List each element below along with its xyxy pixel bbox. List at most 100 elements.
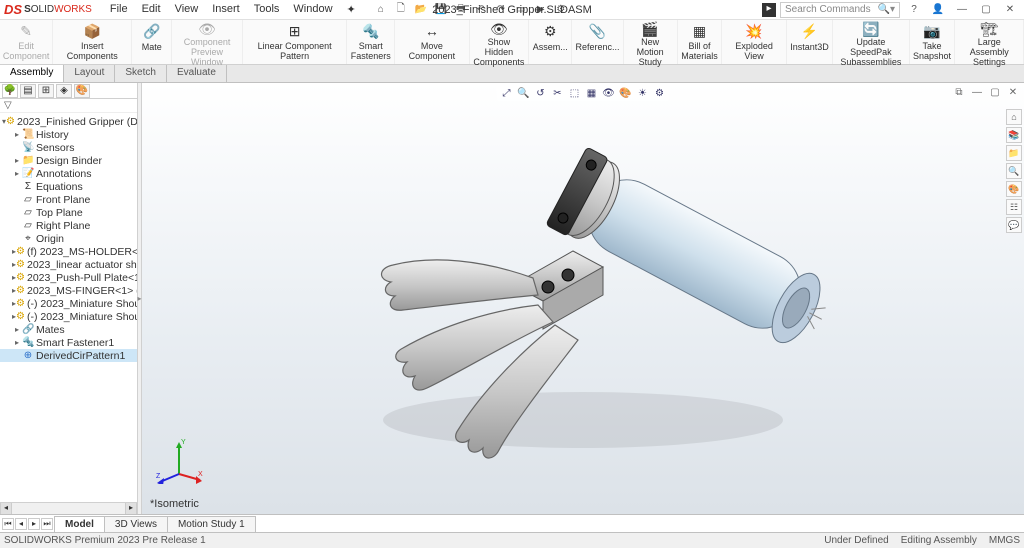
- open-icon[interactable]: 📂: [414, 3, 428, 17]
- tree-item[interactable]: ⊕DerivedCirPattern1: [0, 349, 137, 362]
- tp-forum-icon[interactable]: 💬: [1006, 217, 1022, 233]
- tree-item[interactable]: ▸📜History: [0, 128, 137, 141]
- orientation-triad[interactable]: Y X Z: [154, 434, 204, 484]
- menu-tools[interactable]: Tools: [248, 1, 286, 18]
- expand-icon[interactable]: ▸: [12, 169, 22, 178]
- tree-item[interactable]: ▸⚙2023_Push-Pull Plate<1> (Defa: [0, 271, 137, 284]
- tree-item[interactable]: ΣEquations: [0, 180, 137, 193]
- appearance-icon[interactable]: 🎨: [619, 86, 633, 100]
- tree-item[interactable]: ⌖Origin: [0, 232, 137, 245]
- tp-home-icon[interactable]: ⌂: [1006, 109, 1022, 125]
- tree-item[interactable]: 📡Sensors: [0, 141, 137, 154]
- tree-item[interactable]: ▸⚙(-) 2023_Miniature Shoulder Sc: [0, 297, 137, 310]
- tree-item[interactable]: ▸📝Annotations: [0, 167, 137, 180]
- fm-tab-config-icon[interactable]: ⊞: [38, 84, 54, 98]
- view-settings-icon[interactable]: ⚙: [653, 86, 667, 100]
- scene-icon[interactable]: ☀: [636, 86, 650, 100]
- tp-library-icon[interactable]: 📁: [1006, 145, 1022, 161]
- home-icon[interactable]: ⌂: [374, 3, 388, 17]
- bt-last-icon[interactable]: ⏭: [41, 518, 53, 530]
- fm-tab-property-icon[interactable]: ▤: [20, 84, 36, 98]
- tab-assembly[interactable]: Assembly: [0, 65, 64, 82]
- fm-tab-appearance-icon[interactable]: 🎨: [74, 84, 90, 98]
- maximize-icon[interactable]: ▢: [976, 4, 996, 15]
- user-icon[interactable]: 👤: [928, 4, 948, 15]
- vp-min-icon[interactable]: —: [970, 85, 984, 99]
- expand-icon[interactable]: ▸: [12, 338, 22, 347]
- expand-icon[interactable]: ▸: [12, 130, 22, 139]
- tree-item[interactable]: ▱Top Plane: [0, 206, 137, 219]
- new-icon[interactable]: 🗋: [394, 3, 408, 17]
- bt-next-icon[interactable]: ▸: [28, 518, 40, 530]
- tree-item[interactable]: ▸⚙(f) 2023_MS-HOLDER<1> (Def: [0, 245, 137, 258]
- ribbon-large-assembly-settings[interactable]: 🏗Large AssemblySettings: [955, 20, 1024, 64]
- vp-link-icon[interactable]: ⧉: [952, 85, 966, 99]
- ribbon-instant3d[interactable]: ⚡Instant3D: [787, 20, 833, 64]
- tree-item[interactable]: ▸🔗Mates: [0, 323, 137, 336]
- bt-prev-icon[interactable]: ◂: [15, 518, 27, 530]
- graphics-viewport[interactable]: ⤢ 🔍 ↺ ✂ ⬚ ▦ 👁 🎨 ☀ ⚙ ⧉ — ▢ ✕: [142, 83, 1024, 514]
- tp-view-icon[interactable]: 🔍: [1006, 163, 1022, 179]
- tab-sketch[interactable]: Sketch: [115, 65, 167, 82]
- tp-resources-icon[interactable]: 📚: [1006, 127, 1022, 143]
- bottom-tab-motion-study-1[interactable]: Motion Study 1: [167, 516, 256, 532]
- minimize-icon[interactable]: —: [952, 4, 972, 15]
- ribbon-move-component[interactable]: ↔Move Component: [395, 20, 470, 64]
- bottom-tab-3d-views[interactable]: 3D Views: [104, 516, 168, 532]
- vp-max-icon[interactable]: ▢: [988, 85, 1002, 99]
- ribbon-mate[interactable]: 🔗Mate: [132, 20, 172, 64]
- scroll-right-icon[interactable]: ▸: [125, 503, 137, 514]
- tree-h-scrollbar[interactable]: ◂ ▸: [0, 502, 137, 514]
- tp-appearance-icon[interactable]: 🎨: [1006, 181, 1022, 197]
- menu-file[interactable]: File: [104, 1, 134, 18]
- fm-tab-display-icon[interactable]: ◈: [56, 84, 72, 98]
- vp-close-icon[interactable]: ✕: [1006, 85, 1020, 99]
- ribbon-bill-of-materials[interactable]: ▦Bill ofMaterials: [678, 20, 723, 64]
- feature-filter[interactable]: ▽: [0, 99, 137, 113]
- ribbon-new-motion-study[interactable]: 🎬New MotionStudy: [624, 20, 678, 64]
- ribbon-linear-component-pattern[interactable]: ⊞Linear Component Pattern: [243, 20, 348, 64]
- tree-item[interactable]: ▸⚙2023_MS-FINGER<1> (Default: [0, 284, 137, 297]
- tree-item[interactable]: ▸⚙(-) 2023_Miniature Shoulder Sc: [0, 310, 137, 323]
- menu-window[interactable]: Window: [287, 1, 338, 18]
- tree-item[interactable]: ▸🔩Smart Fastener1: [0, 336, 137, 349]
- tab-evaluate[interactable]: Evaluate: [167, 65, 227, 82]
- command-icon[interactable]: ▸: [762, 3, 776, 17]
- prev-view-icon[interactable]: ↺: [534, 86, 548, 100]
- status-units[interactable]: MMGS: [989, 535, 1020, 546]
- menu-edit[interactable]: Edit: [136, 1, 167, 18]
- ribbon-take-snapshot[interactable]: 📷TakeSnapshot: [910, 20, 956, 64]
- ribbon-update-speedpak-subassemblies[interactable]: 🔄Update SpeedPakSubassemblies: [833, 20, 909, 64]
- ribbon-referenc[interactable]: 📎Referenc...: [572, 20, 623, 64]
- ribbon-assem[interactable]: ⚙Assem...: [529, 20, 572, 64]
- zoom-fit-icon[interactable]: ⤢: [500, 86, 514, 100]
- menu-view[interactable]: View: [169, 1, 205, 18]
- tp-properties-icon[interactable]: ☷: [1006, 199, 1022, 215]
- tree-item[interactable]: ▸📁Design Binder: [0, 154, 137, 167]
- menu-insert[interactable]: Insert: [206, 1, 246, 18]
- tree-item[interactable]: ▱Front Plane: [0, 193, 137, 206]
- close-icon[interactable]: ✕: [1000, 4, 1020, 15]
- view-orient-icon[interactable]: ⬚: [568, 86, 582, 100]
- help-icon[interactable]: ?: [904, 4, 924, 15]
- tree-root[interactable]: ▾⚙ 2023_Finished Gripper (Default): [0, 115, 137, 128]
- tab-layout[interactable]: Layout: [64, 65, 115, 82]
- hide-show-icon[interactable]: 👁: [602, 86, 616, 100]
- display-style-icon[interactable]: ▦: [585, 86, 599, 100]
- search-commands[interactable]: Search Commands 🔍▾: [780, 2, 900, 18]
- ribbon-show-hidden-components[interactable]: 👁Show HiddenComponents: [470, 20, 529, 64]
- bottom-tab-model[interactable]: Model: [54, 516, 105, 532]
- tree-item[interactable]: ▸⚙2023_linear actuator short<: [0, 258, 137, 271]
- ribbon-insert-components[interactable]: 📦Insert Components: [53, 20, 132, 64]
- scroll-track[interactable]: [12, 503, 125, 514]
- ribbon-smart-fasteners[interactable]: 🔩SmartFasteners: [347, 20, 395, 64]
- section-view-icon[interactable]: ✂: [551, 86, 565, 100]
- fm-tab-tree-icon[interactable]: 🌳: [2, 84, 18, 98]
- ribbon-exploded-view[interactable]: 💥Exploded View: [722, 20, 786, 64]
- scroll-left-icon[interactable]: ◂: [0, 503, 12, 514]
- menu-help-icon[interactable]: ✦: [341, 1, 362, 18]
- expand-icon[interactable]: ▸: [12, 156, 22, 165]
- tree-item[interactable]: ▱Right Plane: [0, 219, 137, 232]
- expand-icon[interactable]: ▸: [12, 325, 22, 334]
- bt-first-icon[interactable]: ⏮: [2, 518, 14, 530]
